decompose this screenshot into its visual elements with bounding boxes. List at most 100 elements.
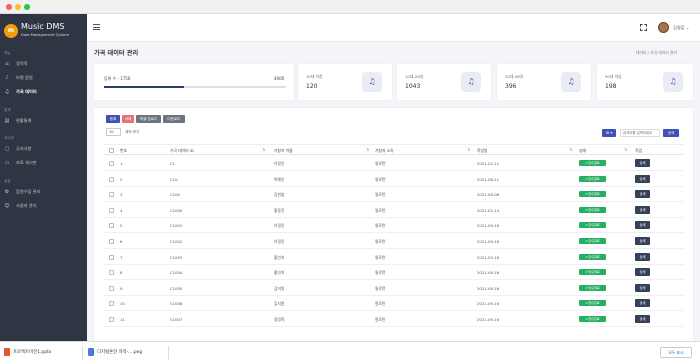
detail-button[interactable]: 상세 (635, 315, 650, 323)
row-checkbox[interactable] (109, 285, 114, 291)
fullscreen-icon[interactable] (640, 24, 647, 31)
sidebar-item-label: 사용자 관리 (16, 203, 37, 208)
table-row[interactable]: 3 C100 김한솔 필로먼 2021-06-08 ✔검수완료 상세 (104, 187, 684, 203)
table-row[interactable]: 1 C1 이정윤 필로먼 2021-02-12 ✔검수완료 상세 (104, 156, 684, 171)
cell-no: 3 (120, 192, 123, 198)
cell-date: 2021-09-16 (477, 270, 500, 276)
cell-singer: 황동진 (274, 207, 285, 213)
row-checkbox[interactable] (109, 161, 114, 166)
sidebar-item-users[interactable]: ☺ 사용자 관리 (4, 200, 84, 212)
minimize-window-icon[interactable] (15, 4, 21, 10)
detail-button[interactable]: 상세 (635, 221, 650, 230)
search-button[interactable]: 검색 (663, 129, 679, 137)
cell-id: C1000 (170, 207, 183, 213)
hamburger-menu-icon[interactable] (93, 24, 100, 30)
registered-progress-card: 등록 수 : 1756 4000 (94, 64, 294, 100)
detail-button[interactable]: 상세 (635, 237, 650, 245)
maximize-window-icon[interactable] (24, 4, 30, 10)
page-length-select[interactable]: 10 (106, 128, 121, 136)
column-header-date[interactable]: 작업일 (477, 148, 487, 154)
cell-agency: 필로먼 (375, 317, 386, 322)
detail-button[interactable]: 상세 (635, 283, 650, 292)
cell-agency: 필로먼 (375, 161, 386, 166)
sort-icon[interactable]: ⇅ (624, 147, 627, 152)
row-checkbox[interactable] (109, 317, 114, 322)
stat-card-50-plus: 50대 이상 198 ♫ (597, 64, 693, 100)
sort-icon[interactable]: ⇅ (569, 147, 572, 152)
table-row[interactable]: 8 C1004 황인지 필로먼 2021-09-16 ✔검수완료 상세 (104, 265, 684, 281)
cell-date: 2021-09-16 (477, 239, 500, 244)
sidebar-item-collection[interactable]: ⚙ 음원수집 관리 (4, 186, 84, 198)
show-all-downloads-button[interactable]: 모두 표시 (660, 347, 692, 358)
detail-button[interactable]: 상세 (635, 299, 650, 308)
row-checkbox[interactable] (109, 301, 114, 307)
select-all-checkbox[interactable] (109, 148, 114, 153)
sidebar-item-label: 자료 게시판 (16, 160, 37, 165)
delete-button[interactable]: 삭제 (122, 115, 134, 123)
table-row[interactable]: 6 C1002 이정윤 필로먼 2021-09-16 ✔검수완료 상세 (104, 234, 684, 249)
column-header-singer[interactable]: 가창자 이름 (274, 148, 293, 154)
cell-id: C1007 (170, 317, 183, 322)
detail-button[interactable]: 상세 (635, 190, 650, 199)
sort-icon[interactable]: ⇅ (262, 147, 265, 152)
status-badge: ✔검수완료 (579, 191, 606, 198)
search-input[interactable]: 검색어를 입력하세요 (620, 129, 660, 137)
browser-titlebar (0, 0, 700, 14)
pptx-file-icon (4, 348, 10, 356)
close-window-icon[interactable] (6, 4, 12, 10)
register-button[interactable]: 등록 (106, 115, 120, 123)
page-length-label: 개씩 보기 (125, 130, 140, 134)
row-checkbox[interactable] (109, 254, 114, 260)
table-row[interactable]: 11 C1007 정정학 필로먼 2021-09-16 ✔검수완료 상세 (104, 312, 684, 327)
cell-no: 5 (120, 223, 123, 229)
row-checkbox[interactable] (109, 239, 114, 244)
cell-agency: 필로먼 (375, 285, 386, 291)
stat-card-10-20: 10대-20대 1043 ♫ (397, 64, 491, 100)
detail-button[interactable]: 상세 (635, 159, 650, 167)
sidebar-item-label: 음원수집 관리 (16, 189, 41, 194)
table-row[interactable]: 5 C1001 이정윤 필로먼 2021-09-16 ✔검수완료 상세 (104, 218, 684, 234)
detail-button[interactable]: 상세 (635, 174, 650, 183)
table-row[interactable]: 9 C1005 김지원 필로먼 2021-09-16 ✔검수완료 상세 (104, 281, 684, 296)
sidebar-item-home[interactable]: ⌂ 정적목 (4, 58, 84, 70)
detail-button[interactable]: 상세 (635, 252, 650, 261)
row-checkbox[interactable] (109, 192, 114, 198)
user-menu[interactable]: 김영훈 ⌄ (673, 25, 689, 31)
cell-id: C100 (170, 192, 180, 198)
sort-icon[interactable]: ⇅ (467, 147, 470, 152)
sidebar-section-menu: 메뉴 (4, 51, 11, 55)
sidebar-section-stats: 통계 (4, 108, 11, 112)
download-item-png[interactable]: 디지털혼전 자막-....png (97, 349, 142, 355)
sidebar-item-docs[interactable]: ▭ 자료 게시판 (4, 157, 84, 169)
table-row[interactable]: 2 C10 박예인 필로먼 2021-06-11 ✔검수완료 상세 (104, 172, 684, 187)
search-field-select[interactable]: ID ▾ (602, 129, 616, 137)
sidebar-item-notice[interactable]: ▢ 공지사항 (4, 143, 84, 155)
cell-date: 2021-03-16 (477, 254, 500, 260)
sidebar-item-vocal[interactable]: ♪ 보컬 음원 (4, 72, 84, 84)
table-row[interactable]: 7 C1003 황인지 필로먼 2021-03-16 ✔검수완료 상세 (104, 250, 684, 265)
sidebar-item-stats[interactable]: ▤ 현황통계 (4, 115, 84, 127)
download-item-pptx[interactable]: 프로젝트이전1.pptx (13, 349, 51, 355)
cell-singer: 정정학 (274, 317, 285, 322)
excel-upload-button[interactable]: 엑셀 업로드 (136, 115, 161, 123)
table-row[interactable]: 4 C1000 황동진 필로먼 2021-02-14 ✔검수완료 상세 (104, 203, 684, 218)
sidebar-item-song-data[interactable]: ♫ 가곡 데이터 (4, 86, 84, 98)
row-checkbox[interactable] (109, 223, 114, 229)
download-button[interactable]: 다운로드 (163, 115, 185, 123)
sort-icon[interactable]: ⇅ (366, 147, 369, 152)
column-header-agency[interactable]: 가창자 소속 (375, 148, 394, 154)
user-icon: ☺ (4, 203, 10, 209)
column-header-no[interactable]: 번호 (120, 148, 127, 154)
row-checkbox[interactable] (109, 270, 114, 276)
column-header-status[interactable]: 상태 (579, 148, 586, 154)
detail-button[interactable]: 상세 (635, 268, 650, 277)
table-row[interactable]: 10 C1006 김지원 필로먼 2021-09-16 ✔검수완료 상세 (104, 296, 684, 312)
image-file-icon (88, 348, 94, 356)
row-checkbox[interactable] (109, 176, 114, 182)
cell-singer: 김한솔 (274, 192, 285, 198)
avatar[interactable] (658, 22, 669, 33)
column-header-id[interactable]: 가곡 데이터 ID (170, 148, 194, 154)
row-checkbox[interactable] (109, 207, 114, 213)
cell-id: C10 (170, 176, 178, 182)
detail-button[interactable]: 상세 (635, 205, 650, 214)
